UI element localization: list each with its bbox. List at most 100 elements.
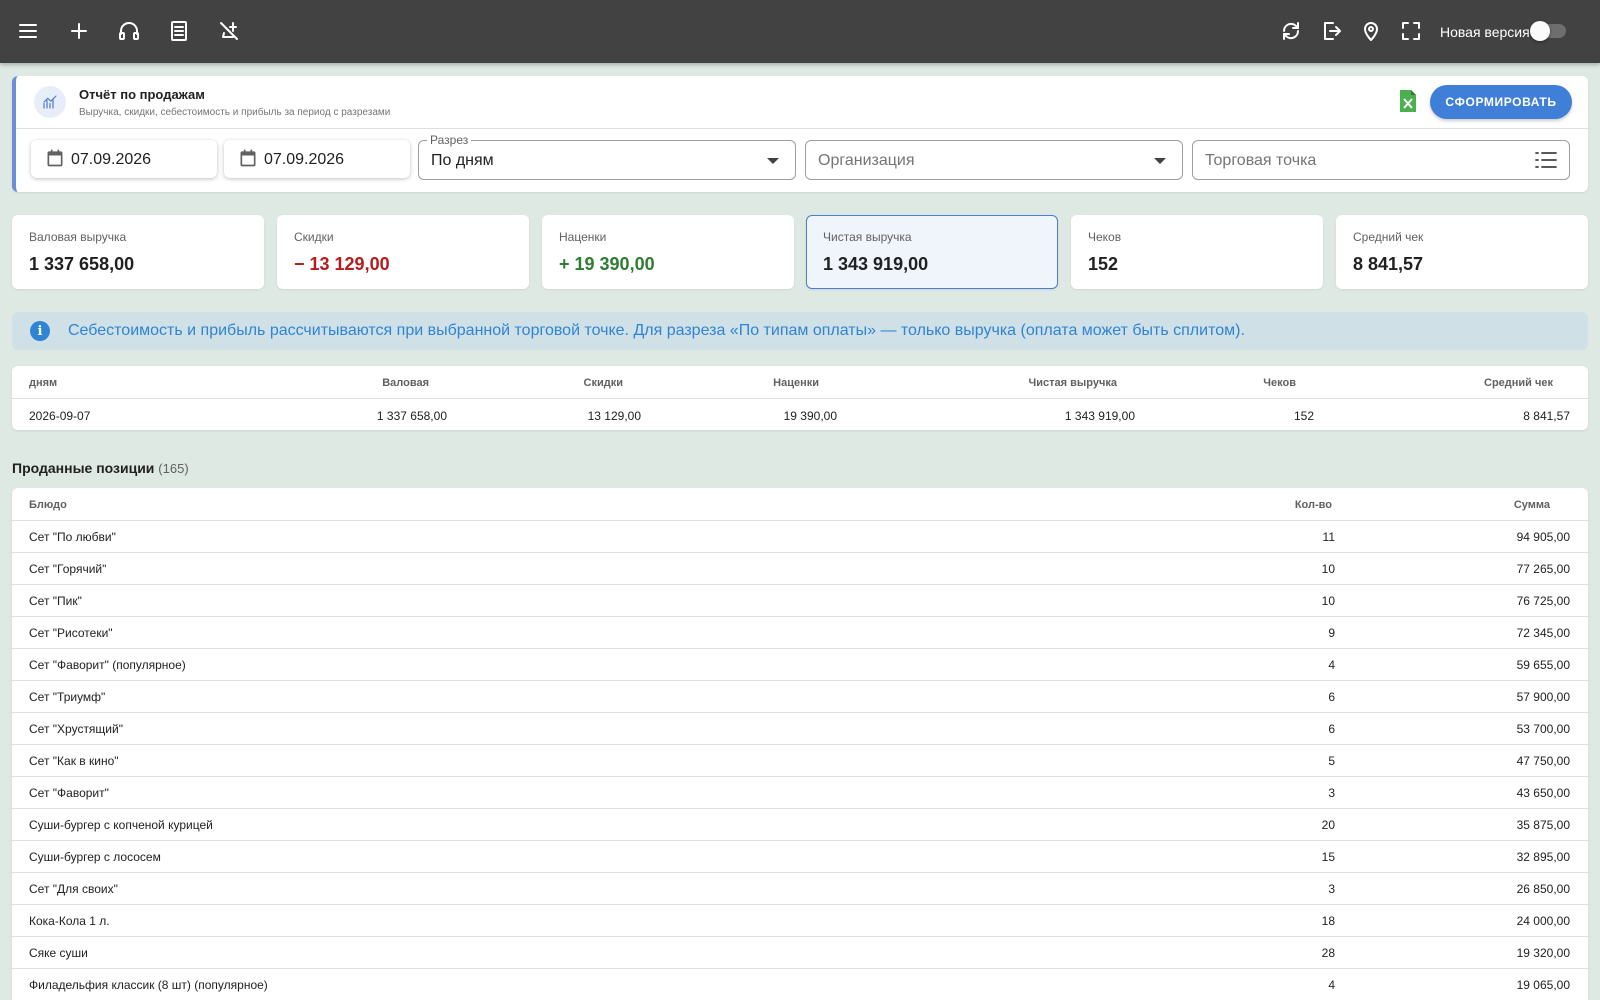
section-count: (165) <box>158 461 189 476</box>
list-icon[interactable] <box>1535 150 1557 170</box>
dish-sum: 35 875,00 <box>1516 818 1570 832</box>
metric-gross-revenue[interactable]: Валовая выручка 1 337 658,00 <box>12 215 264 289</box>
column-header[interactable]: Наценки <box>712 377 819 389</box>
slice-select[interactable]: Разрез По дням <box>418 133 796 180</box>
date-to-field[interactable]: 07.09.2026 <box>224 140 410 178</box>
metric-label: Чистая выручка <box>823 230 912 244</box>
metric-value: 1 337 658,00 <box>29 254 135 274</box>
metric-average-check[interactable]: Средний чек 8 841,57 <box>1336 215 1588 289</box>
table-row[interactable]: Сет "Фаворит" 3 43 650,00 <box>12 777 1588 809</box>
dish-name: Сет "Горячий" <box>29 562 107 576</box>
chart-icon <box>34 86 66 118</box>
table-row[interactable]: Кока-Кола 1 л. 18 24 000,00 <box>12 905 1588 937</box>
dish-name: Сет "Рисотеки" <box>29 626 113 640</box>
date-from-field[interactable]: 07.09.2026 <box>31 140 217 178</box>
column-header-dish[interactable]: Блюдо <box>29 499 67 511</box>
metric-net-revenue[interactable]: Чистая выручка 1 343 919,00 <box>806 215 1058 289</box>
calendar-icon <box>47 149 63 167</box>
sold-positions-title: Проданные позиции (165) <box>12 460 189 476</box>
fullscreen-icon[interactable] <box>1396 16 1426 46</box>
dish-sum: 57 900,00 <box>1516 690 1570 704</box>
new-version-toggle[interactable] <box>1530 21 1566 41</box>
info-icon: i <box>30 321 50 341</box>
slice-label: Разрез <box>427 133 472 147</box>
dish-name: Сет "По любви" <box>29 530 116 544</box>
section-title-text: Проданные позиции <box>12 460 155 476</box>
dish-sum: 19 065,00 <box>1516 978 1570 992</box>
receipt-icon[interactable] <box>164 16 194 46</box>
metric-label: Скидки <box>294 230 334 244</box>
dish-qty: 20 <box>1321 818 1335 832</box>
metric-markups[interactable]: Наценки + 19 390,00 <box>542 215 794 289</box>
dish-qty: 28 <box>1321 946 1335 960</box>
generate-button[interactable]: СФОРМИРОВАТЬ <box>1430 85 1572 119</box>
column-header-sum[interactable]: Сумма <box>1412 499 1550 511</box>
table-row[interactable]: Сет "Пик" 10 76 725,00 <box>12 585 1588 617</box>
menu-icon[interactable] <box>13 16 43 46</box>
metric-discounts[interactable]: Скидки − 13 129,00 <box>277 215 529 289</box>
new-version-label: Новая версия <box>1440 24 1530 40</box>
point-select[interactable]: Торговая точка <box>1192 140 1570 180</box>
table-row[interactable]: Сет "Хрустящий" 6 53 700,00 <box>12 713 1588 745</box>
plus-icon[interactable] <box>64 16 94 46</box>
no-food-icon[interactable] <box>214 16 244 46</box>
logout-icon[interactable] <box>1316 16 1346 46</box>
column-header[interactable]: Валовая <box>312 377 429 389</box>
table-header: Блюдо Кол-во Сумма <box>12 488 1588 521</box>
table-row[interactable]: Суши-бургер с копченой курицей 20 35 875,0… <box>12 809 1588 841</box>
dish-name: Суши-бургер с лососем <box>29 850 161 864</box>
dish-sum: 19 320,00 <box>1516 946 1570 960</box>
excel-export-icon[interactable] <box>1398 90 1418 112</box>
dish-qty: 18 <box>1321 914 1335 928</box>
table-row[interactable]: Сет "Как в кино" 5 47 750,00 <box>12 745 1588 777</box>
dish-sum: 77 265,00 <box>1516 562 1570 576</box>
summary-cell: 152 <box>1293 409 1314 423</box>
dish-qty: 4 <box>1328 978 1335 992</box>
column-header[interactable]: Скидки <box>512 377 623 389</box>
table-row[interactable]: Суши-бургер с лососем 15 32 895,00 <box>12 841 1588 873</box>
table-row[interactable]: Сет "Рисотеки" 9 72 345,00 <box>12 617 1588 649</box>
dish-qty: 10 <box>1321 562 1335 576</box>
table-row[interactable]: Филадельфия классик (8 шт) (популярное) 4… <box>12 969 1588 1000</box>
table-row[interactable]: Сет "По любви" 11 94 905,00 <box>12 521 1588 553</box>
metric-value: 8 841,57 <box>1353 254 1424 274</box>
dish-name: Сет "Хрустящий" <box>29 722 123 736</box>
summary-cell: 2026-09-07 <box>29 409 91 423</box>
dish-sum: 47 750,00 <box>1516 754 1570 768</box>
table-row[interactable]: Сет "Триумф" 6 57 900,00 <box>12 681 1588 713</box>
metric-checks[interactable]: Чеков 152 <box>1071 215 1323 289</box>
headset-icon[interactable] <box>114 16 144 46</box>
metric-value: − 13 129,00 <box>294 254 390 274</box>
column-header[interactable]: Средний чек <box>1412 377 1553 389</box>
table-row[interactable]: Сет "Фаворит" (популярное) 4 59 655,00 <box>12 649 1588 681</box>
organization-placeholder: Организация <box>818 152 915 169</box>
dish-name: Сяке суши <box>29 946 88 960</box>
sync-icon[interactable] <box>1276 16 1306 46</box>
divider <box>12 398 1588 399</box>
report-header-card: Отчёт по продажам Выручка, скидки, себес… <box>12 76 1588 192</box>
column-header[interactable]: Чеков <box>1212 377 1296 389</box>
dish-qty: 6 <box>1328 722 1335 736</box>
metric-label: Наценки <box>559 230 607 244</box>
dish-qty: 5 <box>1328 754 1335 768</box>
dish-qty: 15 <box>1321 850 1335 864</box>
dish-qty: 3 <box>1328 882 1335 896</box>
date-to-value: 07.09.2026 <box>264 151 345 168</box>
dish-name: Сет "Триумф" <box>29 690 106 704</box>
column-header[interactable]: Чистая выручка <box>912 377 1117 389</box>
slice-value: По дням <box>431 152 494 169</box>
chevron-down-icon <box>767 158 779 164</box>
divider <box>16 128 1588 129</box>
summary-cell: 13 129,00 <box>587 409 641 423</box>
table-row[interactable]: Сет "Горячий" 10 77 265,00 <box>12 553 1588 585</box>
map-pin-icon[interactable] <box>1356 16 1386 46</box>
date-from-value: 07.09.2026 <box>71 151 152 168</box>
column-header-qty[interactable]: Кол-во <box>1212 499 1332 511</box>
summary-table: дням Валовая Скидки Наценки Чистая выруч… <box>12 366 1588 430</box>
calendar-icon <box>240 149 256 167</box>
organization-select[interactable]: Организация <box>805 140 1183 180</box>
table-row[interactable]: Сяке суши 28 19 320,00 <box>12 937 1588 969</box>
info-alert-text: Себестоимость и прибыль рассчитываются п… <box>68 322 1245 339</box>
table-row[interactable]: Сет "Для своих" 3 26 850,00 <box>12 873 1588 905</box>
column-header[interactable]: дням <box>29 377 57 389</box>
